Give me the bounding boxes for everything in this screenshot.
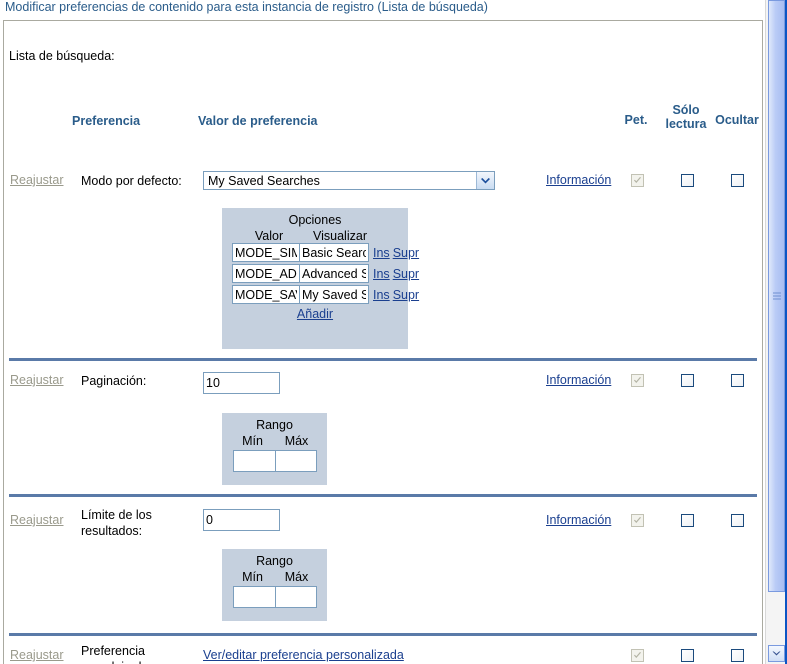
checkbox-solo-lectura-row-4[interactable] [681,649,694,662]
row-divider-3 [9,633,757,636]
vertical-scrollbar[interactable] [765,0,787,664]
pagination-range-min-input[interactable] [233,450,275,472]
opciones-panel: Opciones Valor Visualizar Ins Supr Ins S… [222,208,408,349]
opciones-valor-input-2[interactable] [232,264,299,283]
scrollbar-down-button[interactable] [768,645,785,662]
rango-inputs [222,586,327,608]
chevron-down-icon [476,172,494,189]
result-limit-range-min-input[interactable] [233,586,275,608]
rango-column-headers: Mín Máx [222,432,327,448]
checkbox-solo-lectura-row-1[interactable] [681,174,694,187]
opciones-insert-link-3[interactable]: Ins [373,288,390,302]
edit-custom-preference-link[interactable]: Ver/editar preferencia personalizada [203,648,404,662]
default-mode-select[interactable]: My Saved Searches [203,171,495,190]
column-header-ocultar: Ocultar [711,113,763,127]
opciones-visualizar-input-2[interactable] [299,264,369,283]
rango-header-max: Máx [275,434,319,448]
column-header-valor-preferencia: Valor de preferencia [198,114,318,128]
opciones-visualizar-input-3[interactable] [299,285,369,304]
pref-name-row-1: Modo por defecto: [81,173,196,189]
pref-name-row-4: Preferencia compleja de búsqueda y lista… [81,643,196,664]
checkbox-pet-row-4 [631,649,644,662]
checkbox-ocultar-row-1[interactable] [731,174,744,187]
rango-header-max: Máx [275,570,319,584]
opciones-insert-link-2[interactable]: Ins [373,267,390,281]
row-divider-1 [9,358,757,361]
checkbox-pet-row-1 [631,174,644,187]
checkbox-solo-lectura-row-2[interactable] [681,374,694,387]
column-header-solo-lectura: Sólo lectura [660,103,712,131]
column-header-pet: Pet. [616,113,656,127]
checkbox-pet-row-2 [631,374,644,387]
pagination-input[interactable] [203,372,280,394]
opciones-delete-link-3[interactable]: Supr [393,288,419,302]
opciones-delete-link-1[interactable]: Supr [393,246,419,260]
default-mode-select-value: My Saved Searches [204,174,476,188]
opciones-column-headers: Valor Visualizar [222,227,408,243]
opciones-row: Ins Supr [232,285,408,304]
opciones-valor-input-1[interactable] [232,243,299,262]
opciones-row: Ins Supr [232,243,408,262]
rango-title: Rango [222,549,327,568]
scrollbar-grip-icon [773,293,781,300]
pref-name-row-3: Límite de los resultados: [81,507,196,539]
checkbox-solo-lectura-row-3[interactable] [681,514,694,527]
reset-link-row-3[interactable]: Reajustar [10,513,64,527]
rango-header-min: Mín [231,570,275,584]
page-title: Modificar preferencias de contenido para… [5,0,488,14]
checkbox-ocultar-row-2[interactable] [731,374,744,387]
rango-panel-result-limit: Rango Mín Máx [222,549,327,621]
rango-title: Rango [222,413,327,432]
info-link-row-3[interactable]: Información [546,513,611,527]
checkbox-ocultar-row-4[interactable] [731,649,744,662]
section-label: Lista de búsqueda: [9,49,115,63]
rango-panel-pagination: Rango Mín Máx [222,413,327,485]
result-limit-range-max-input[interactable] [275,586,317,608]
opciones-valor-input-3[interactable] [232,285,299,304]
checkbox-pet-row-3 [631,514,644,527]
rango-column-headers: Mín Máx [222,568,327,584]
pagination-range-max-input[interactable] [275,450,317,472]
scrollbar-thumb[interactable] [768,0,785,592]
preferences-panel: Lista de búsqueda: Preferencia Valor de … [3,20,763,664]
chevron-down-icon [772,651,781,657]
opciones-delete-link-2[interactable]: Supr [393,267,419,281]
opciones-insert-link-1[interactable]: Ins [373,246,390,260]
pref-name-row-2: Paginación: [81,373,196,389]
opciones-title: Opciones [222,208,408,227]
info-link-row-2[interactable]: Información [546,373,611,387]
checkbox-ocultar-row-3[interactable] [731,514,744,527]
opciones-header-valor: Valor [234,229,304,243]
info-link-row-1[interactable]: Información [546,173,611,187]
opciones-row: Ins Supr [232,264,408,283]
reset-link-row-2[interactable]: Reajustar [10,373,64,387]
add-option-link[interactable]: Añadir [297,307,333,321]
result-limit-input[interactable] [203,509,280,531]
reset-link-row-1[interactable]: Reajustar [10,173,64,187]
rango-inputs [222,450,327,472]
reset-link-row-4[interactable]: Reajustar [10,648,64,662]
rango-header-min: Mín [231,434,275,448]
opciones-visualizar-input-1[interactable] [299,243,369,262]
column-header-preferencia: Preferencia [72,114,140,128]
opciones-header-visualizar: Visualizar [304,229,376,243]
row-divider-2 [9,494,757,497]
opciones-add-row: Añadir [222,307,408,321]
